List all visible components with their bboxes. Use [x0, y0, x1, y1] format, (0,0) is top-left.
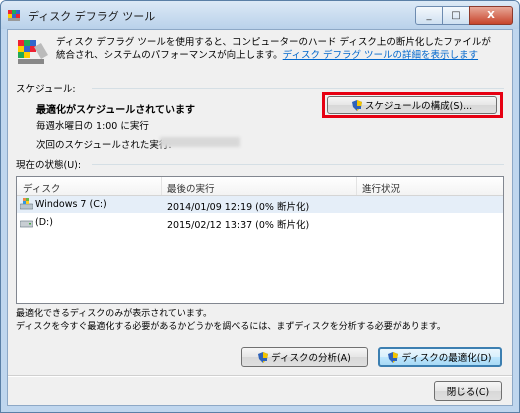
- configure-schedule-label: スケジュールの構成(S)...: [364, 101, 473, 112]
- defrag-disk-button[interactable]: ディスクの最適化(D): [378, 347, 502, 367]
- defrag-large-icon: [18, 40, 48, 64]
- disk-list-header: ディスク 最後の実行 進行状況: [17, 177, 503, 196]
- analyze-disk-label: ディスクの分析(A): [271, 353, 351, 364]
- intro-text: ディスク デフラグ ツールを使用すると、コンピューターのハード ディスク上の断片…: [56, 36, 496, 62]
- disk-last-run: 2015/02/12 13:37 (0% 断片化): [167, 220, 310, 231]
- minimize-button[interactable]: _: [415, 6, 443, 25]
- schedule-section-label: スケジュール:: [16, 84, 76, 95]
- maximize-button[interactable]: □: [442, 6, 470, 25]
- column-last-run[interactable]: 最後の実行: [167, 181, 215, 195]
- schedule-status: 最適化がスケジュールされています: [36, 105, 195, 116]
- footer-separator: [8, 375, 512, 377]
- windows-drive-icon: [20, 198, 33, 210]
- column-separator[interactable]: [356, 177, 357, 195]
- info-note-2: ディスクを今すぐ最適化する必要があるかどうかを調べるには、まずディスクを分析する…: [16, 322, 446, 332]
- title-bar[interactable]: ディスク デフラグ ツール _ □ X: [1, 1, 519, 29]
- defrag-app-icon: [8, 10, 20, 21]
- close-icon: X: [487, 10, 495, 21]
- close-button[interactable]: 閉じる(C): [434, 381, 502, 401]
- disk-list[interactable]: ディスク 最後の実行 進行状況 Windows 7 (C:) 2014/01/0…: [16, 176, 504, 304]
- next-run-label: 次回のスケジュールされた実行:: [36, 140, 172, 151]
- defrag-window: ディスク デフラグ ツール _ □ X ディスク デフラグ ツールを使用すると、…: [0, 0, 520, 413]
- uac-shield-icon: [258, 351, 269, 363]
- column-progress[interactable]: 進行状況: [362, 181, 400, 195]
- caption-buttons: _ □ X: [415, 6, 513, 25]
- close-label: 閉じる(C): [446, 387, 490, 398]
- disk-last-run: 2014/01/09 12:19 (0% 断片化): [167, 202, 310, 213]
- details-link[interactable]: ディスク デフラグ ツールの詳細を表示します: [283, 50, 478, 61]
- current-status-divider: [92, 164, 504, 165]
- disk-row-c[interactable]: Windows 7 (C:) 2014/01/09 12:19 (0% 断片化): [17, 196, 503, 213]
- uac-shield-icon: [388, 351, 399, 363]
- info-note-1: 最適化できるディスクのみが表示されています。: [16, 309, 213, 319]
- uac-shield-icon: [351, 99, 362, 111]
- analyze-disk-button[interactable]: ディスクの分析(A): [241, 347, 368, 367]
- schedule-frequency: 毎週水曜日の 1:00 に実行: [36, 121, 149, 132]
- dialog-body: ディスク デフラグ ツールを使用すると、コンピューターのハード ディスク上の断片…: [7, 29, 513, 406]
- close-window-button[interactable]: X: [469, 6, 513, 25]
- schedule-divider: [92, 88, 504, 89]
- disk-name: (D:): [35, 217, 53, 228]
- column-disk[interactable]: ディスク: [23, 181, 60, 195]
- window-title: ディスク デフラグ ツール: [28, 10, 156, 23]
- minimize-icon: _: [426, 10, 432, 21]
- disk-name: Windows 7 (C:): [35, 199, 107, 210]
- column-separator[interactable]: [161, 177, 162, 195]
- hard-drive-icon: [20, 220, 33, 228]
- configure-schedule-button[interactable]: スケジュールの構成(S)...: [327, 96, 497, 114]
- next-run-value-blurred: [160, 137, 240, 147]
- maximize-icon: □: [451, 10, 461, 21]
- disk-row-d[interactable]: (D:) 2015/02/12 13:37 (0% 断片化): [17, 214, 503, 231]
- current-status-label: 現在の状態(U):: [16, 160, 82, 171]
- defrag-disk-label: ディスクの最適化(D): [401, 353, 492, 364]
